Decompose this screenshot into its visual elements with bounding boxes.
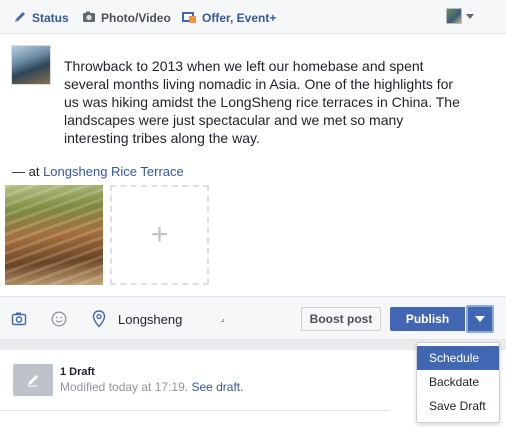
pencil-icon	[13, 10, 27, 27]
see-draft-link[interactable]: See draft.	[191, 380, 243, 394]
account-avatar	[446, 8, 462, 24]
menu-item-backdate[interactable]: Backdate	[417, 370, 499, 394]
resize-handle[interactable]	[221, 319, 224, 322]
divider	[0, 410, 390, 411]
location-input[interactable]: Longsheng	[118, 312, 182, 327]
drafts-count: 1 Draft	[60, 366, 95, 378]
draft-icon	[13, 364, 53, 396]
draft-modified-text: Modified today at 17:19.	[60, 380, 189, 394]
draft-modified-line: Modified today at 17:19. See draft.	[60, 380, 243, 394]
account-selector[interactable]	[446, 8, 474, 24]
location-link[interactable]: Longsheng Rice Terrace	[43, 164, 184, 179]
chevron-down-icon	[475, 316, 485, 322]
camera-icon	[82, 10, 96, 27]
publish-button[interactable]: Publish	[390, 307, 465, 331]
location-pin-icon[interactable]	[92, 310, 106, 331]
post-text[interactable]: Throwback to 2013 when we left our homeb…	[64, 57, 464, 147]
photo-icon[interactable]	[11, 311, 27, 330]
tab-offer-event[interactable]: Offer, Event+	[181, 9, 276, 27]
plus-icon: +	[150, 218, 169, 251]
tab-photo-video-label: Photo/Video	[101, 11, 171, 25]
tab-photo-video[interactable]: Photo/Video	[82, 9, 171, 27]
tab-offer-event-label: Offer, Event+	[202, 11, 277, 25]
calendar-icon	[181, 10, 197, 27]
location-tag-line: — at Longsheng Rice Terrace	[12, 164, 184, 179]
tab-status[interactable]: Status	[13, 9, 69, 27]
attached-photo[interactable]	[5, 185, 103, 285]
publish-options-button[interactable]	[466, 305, 494, 333]
publish-options-menu: Schedule Backdate Save Draft	[416, 342, 500, 423]
menu-item-schedule[interactable]: Schedule	[417, 346, 499, 370]
tab-status-label: Status	[32, 11, 69, 25]
menu-item-save-draft[interactable]: Save Draft	[417, 394, 499, 418]
composer-action-bar: Longsheng Boost post Publish	[0, 296, 506, 340]
composer-tabs: Status Photo/Video Offer, Event+	[0, 0, 506, 34]
add-photo-button[interactable]: +	[110, 185, 209, 285]
page-avatar	[11, 45, 51, 85]
chevron-down-icon	[466, 13, 474, 19]
location-prefix: — at	[12, 164, 44, 179]
boost-post-button[interactable]: Boost post	[301, 307, 381, 331]
emoji-icon[interactable]	[51, 311, 67, 330]
